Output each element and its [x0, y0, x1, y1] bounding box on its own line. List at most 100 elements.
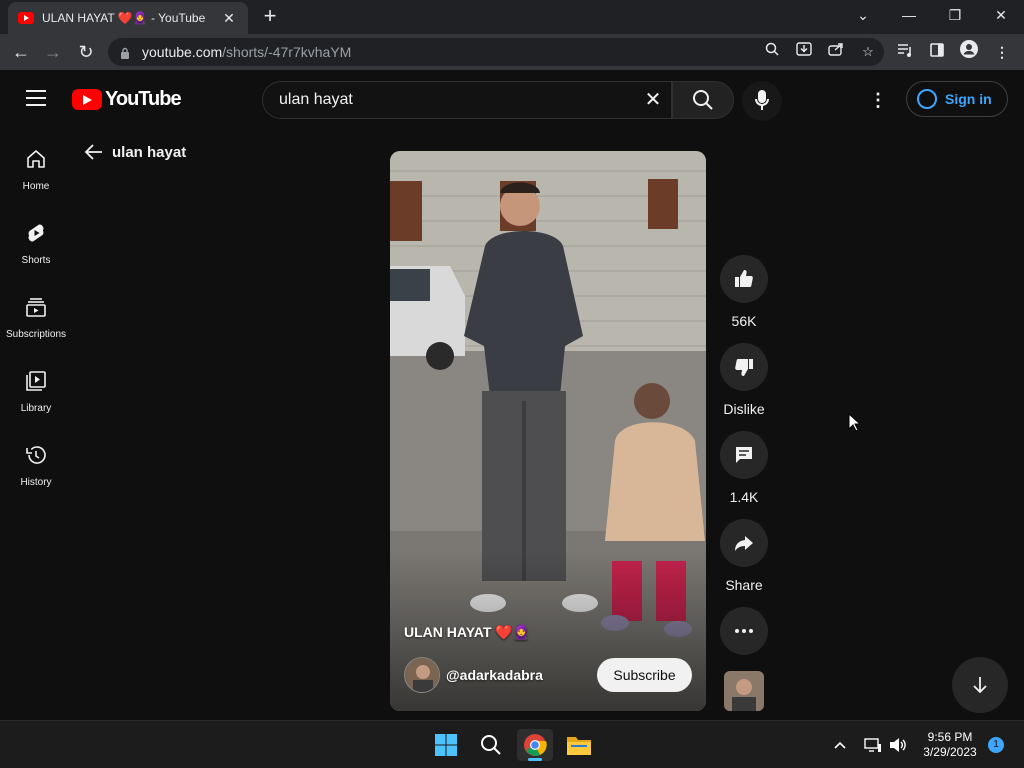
reload-button[interactable]: ↻: [73, 39, 99, 65]
sound-thumbnail[interactable]: [724, 671, 764, 711]
arrow-left-icon: [84, 144, 102, 160]
video-title[interactable]: ULAN HAYAT ❤️🧕: [404, 624, 530, 641]
share-arrow-icon: [735, 536, 753, 551]
chevron-up-icon: [834, 741, 846, 749]
taskbar-search-button[interactable]: [473, 729, 509, 761]
share-action: Share: [720, 519, 768, 593]
youtube-logo[interactable]: YouTube: [72, 87, 182, 110]
forward-button[interactable]: →: [40, 39, 66, 65]
microphone-icon: [755, 90, 769, 110]
sidebar-item-label: History: [20, 477, 52, 488]
tab-search-icon[interactable]: ⌄: [848, 4, 878, 26]
more-options-icon[interactable]: ⋮: [866, 88, 890, 112]
subscribe-button[interactable]: Subscribe: [597, 658, 692, 692]
sign-in-button[interactable]: Sign in: [906, 81, 1008, 117]
address-bar[interactable]: youtube.com/shorts/-47r7kvhaYM ☆: [108, 38, 884, 66]
zoom-icon[interactable]: [756, 38, 788, 66]
voice-search-button[interactable]: [742, 81, 782, 121]
browser-menu-icon[interactable]: ⋮: [990, 40, 1014, 64]
start-button[interactable]: [428, 729, 464, 761]
sidebar-item-label: Subscriptions: [5, 329, 67, 340]
sidebar-item-label: Shorts: [21, 255, 51, 266]
close-window-button[interactable]: ✕: [986, 4, 1016, 26]
dislike-button[interactable]: [720, 343, 768, 391]
comment-count: 1.4K: [729, 489, 759, 505]
sidebar-item-subscriptions[interactable]: Subscriptions: [0, 288, 72, 362]
thumbs-down-icon: [735, 359, 753, 376]
comment-icon: [736, 447, 752, 463]
youtube-favicon-icon: [18, 12, 34, 24]
install-app-icon[interactable]: [788, 38, 820, 66]
clear-search-icon[interactable]: ✕: [635, 82, 671, 118]
logo-text: YouTube: [105, 87, 182, 110]
clock-date: 3/29/2023: [923, 745, 977, 759]
sidebar-item-shorts[interactable]: Shorts: [0, 214, 72, 288]
comments-action: 1.4K: [720, 431, 768, 505]
active-indicator: [528, 758, 542, 761]
shorts-icon: [28, 224, 44, 242]
channel-name[interactable]: @adarkadabra: [446, 667, 543, 683]
sidebar-item-home[interactable]: Home: [0, 140, 72, 214]
network-icon: [864, 738, 881, 752]
windows-taskbar: 9:56 PM 3/29/2023 1: [0, 720, 1024, 768]
restore-button[interactable]: ❐: [940, 4, 970, 26]
sign-in-label: Sign in: [945, 91, 992, 107]
back-button[interactable]: ←: [8, 39, 34, 65]
back-to-search[interactable]: ulan hayat: [84, 140, 186, 164]
youtube-header: YouTube ulan hayat ✕ ⋮ Sign in: [0, 70, 1024, 128]
media-controls-icon[interactable]: [893, 40, 917, 64]
volume-status[interactable]: [886, 729, 910, 761]
like-button[interactable]: [720, 255, 768, 303]
hamburger-menu-icon[interactable]: [26, 90, 46, 106]
like-action: 56K: [720, 255, 768, 329]
system-clock[interactable]: 9:56 PM 3/29/2023: [918, 730, 982, 760]
chrome-icon: [524, 734, 547, 756]
search-input[interactable]: ulan hayat ✕: [262, 81, 672, 119]
show-hidden-icons-button[interactable]: [822, 729, 858, 761]
search-value[interactable]: ulan hayat: [279, 91, 635, 109]
share-page-icon[interactable]: [820, 38, 852, 66]
more-action: [720, 607, 768, 655]
history-icon: [26, 446, 46, 464]
next-video-button[interactable]: [952, 657, 1008, 713]
share-button[interactable]: [720, 519, 768, 567]
tab-close-icon[interactable]: ✕: [220, 10, 238, 27]
minimize-button[interactable]: —: [894, 4, 924, 26]
speaker-icon: [890, 738, 906, 752]
sidebar-item-library[interactable]: Library: [0, 362, 72, 436]
like-count: 56K: [731, 313, 757, 329]
search-icon: [481, 735, 501, 755]
thumbs-up-icon: [735, 270, 753, 287]
bookmark-star-icon[interactable]: ☆: [852, 38, 884, 66]
search-button[interactable]: [672, 81, 734, 119]
profile-icon[interactable]: [957, 40, 981, 64]
account-icon: [917, 89, 937, 109]
sidebar-item-label: Home: [22, 181, 50, 192]
file-explorer-button[interactable]: [561, 729, 597, 761]
url-host: youtube.com: [142, 44, 223, 60]
new-tab-button[interactable]: +: [258, 4, 282, 28]
library-icon: [26, 371, 46, 391]
comments-button[interactable]: [720, 431, 768, 479]
channel-avatar[interactable]: [404, 657, 440, 693]
chrome-taskbar-button[interactable]: [517, 729, 553, 761]
browser-tab[interactable]: ULAN HAYAT ❤️🧕 - YouTube ✕: [8, 2, 248, 34]
network-status[interactable]: [860, 729, 886, 761]
browser-toolbar: ← → ↻ youtube.com/shorts/-47r7kvhaYM ☆ ⋮: [0, 34, 1024, 70]
side-panel-icon[interactable]: [925, 40, 949, 64]
url-text[interactable]: youtube.com/shorts/-47r7kvhaYM: [142, 44, 756, 60]
sidebar-item-label: Library: [20, 403, 52, 414]
dislike-action: Dislike: [720, 343, 768, 417]
browser-tab-bar: ULAN HAYAT ❤️🧕 - YouTube ✕ + ⌄ — ❐ ✕: [0, 0, 1024, 34]
notification-badge[interactable]: 1: [988, 737, 1004, 753]
windows-logo-icon: [435, 734, 457, 756]
arrow-down-icon: [973, 677, 987, 694]
folder-icon: [567, 737, 591, 755]
mouse-cursor-icon: [848, 412, 862, 437]
sidebar-item-history[interactable]: History: [0, 436, 72, 510]
lock-icon: [120, 46, 130, 59]
subscriptions-icon: [26, 298, 46, 317]
shorts-player[interactable]: ULAN HAYAT ❤️🧕 @adarkadabra Subscribe: [390, 151, 706, 711]
back-label: ulan hayat: [112, 143, 187, 161]
more-actions-button[interactable]: [720, 607, 768, 655]
